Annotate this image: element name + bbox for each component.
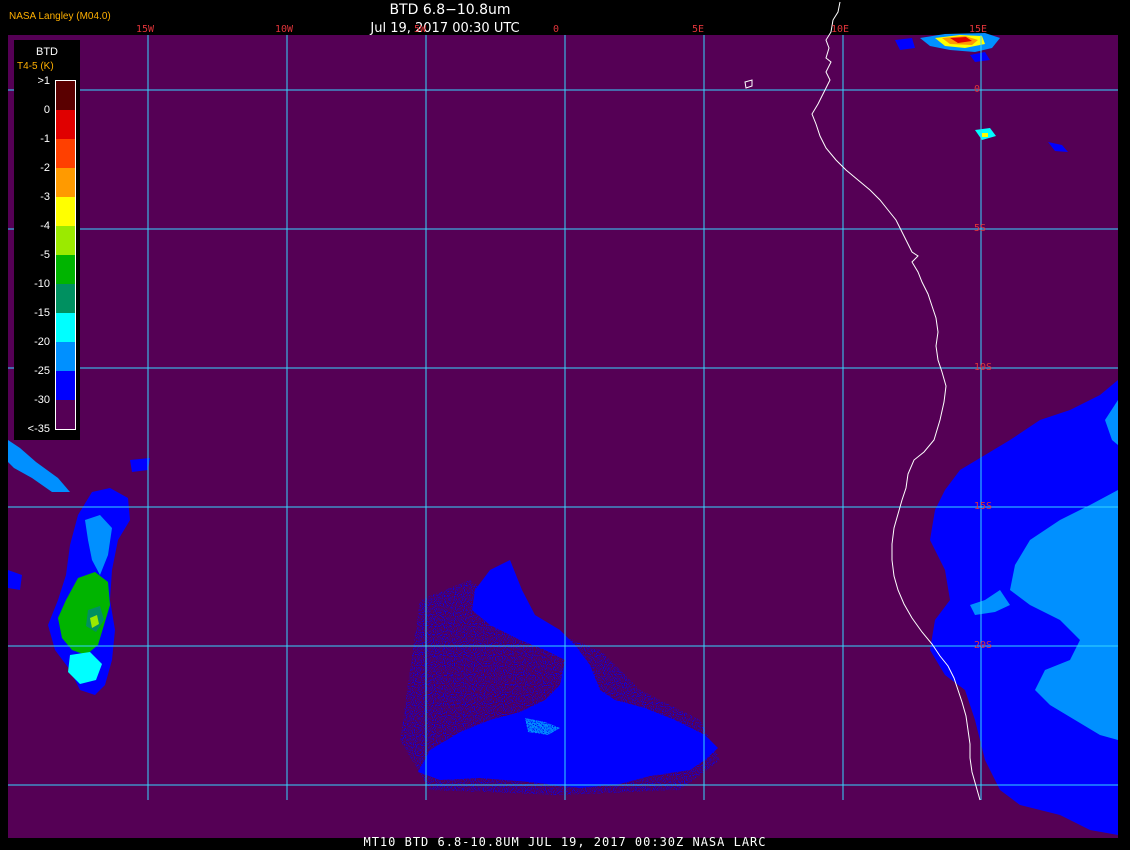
- longitude-label: 10W: [275, 24, 294, 35]
- latitude-label: 5S: [974, 223, 987, 234]
- cloud-region-far-west-3: [130, 458, 150, 472]
- legend-label: -10: [34, 278, 50, 290]
- legend-label: -1: [40, 133, 50, 145]
- timestamp-title: Jul 19, 2017 00:30 UTC: [370, 21, 520, 36]
- longitude-label: 10E: [831, 24, 850, 35]
- legend-swatch: [56, 400, 75, 429]
- satellite-image-viewer: NASA Langley (M04.0) BTD 6.8−10.8um Jul …: [0, 0, 1130, 850]
- legend-swatch: [56, 139, 75, 168]
- legend-label: 0: [43, 104, 50, 116]
- legend-swatch: [56, 226, 75, 255]
- legend-swatch: [56, 255, 75, 284]
- longitude-label: 5W: [414, 24, 427, 35]
- legend-label: -30: [34, 394, 50, 406]
- legend-swatch: [56, 313, 75, 342]
- color-legend: BTD T4-5 (K) >1 0 -1 -2 -3 -4 -5 -10 -15 -20 -25 -3…: [14, 40, 80, 440]
- legend-label: >1: [37, 75, 50, 87]
- legend-label: <-35: [27, 423, 50, 435]
- longitude-label: 15W: [136, 24, 155, 35]
- legend-swatch: [56, 168, 75, 197]
- legend-title: BTD: [36, 46, 58, 58]
- latitude-label: 20S: [974, 640, 993, 651]
- legend-label: -20: [34, 336, 50, 348]
- legend-unit: T4-5 (K): [17, 61, 54, 72]
- legend-label: -15: [34, 307, 50, 319]
- legend-label: -3: [40, 191, 50, 203]
- legend-swatch: [56, 284, 75, 313]
- latitude-label: 15S: [974, 501, 993, 512]
- legend-label: -2: [40, 162, 50, 174]
- legend-label: -5: [40, 249, 50, 261]
- longitude-label: 15E: [969, 24, 988, 35]
- legend-swatch: [56, 371, 75, 400]
- latitude-label: 10S: [974, 362, 993, 373]
- footer-caption: MT10 BTD 6.8-10.8UM JUL 19, 2017 00:30Z …: [363, 835, 767, 849]
- longitude-label: 0: [553, 24, 560, 35]
- latitude-label: 0: [974, 84, 981, 95]
- legend-label: -25: [34, 365, 50, 377]
- legend-swatch: [56, 197, 75, 226]
- satellite-map: [8, 1, 1118, 838]
- legend-swatch: [56, 342, 75, 371]
- product-title: BTD 6.8−10.8um: [389, 2, 511, 18]
- legend-swatch: [56, 81, 75, 110]
- legend-swatch: [56, 110, 75, 139]
- longitude-label: 5E: [692, 24, 705, 35]
- legend-label: -4: [40, 220, 50, 232]
- cloud-region-ne-3-core: [982, 133, 988, 137]
